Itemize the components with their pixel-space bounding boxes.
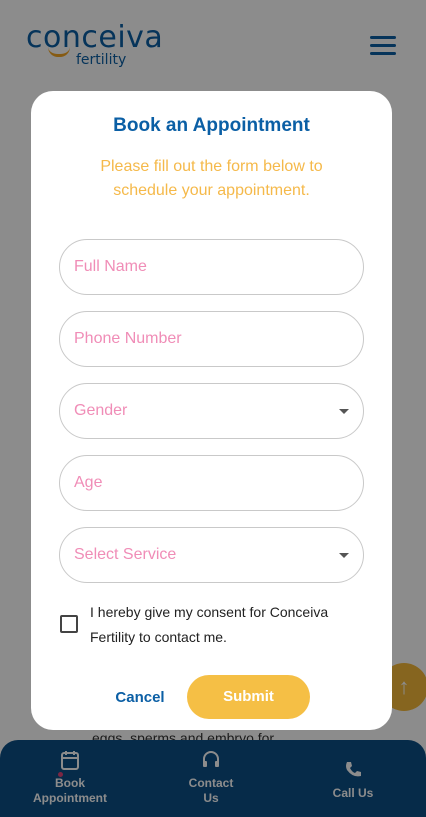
age-field[interactable] — [59, 455, 364, 511]
full-name-field[interactable] — [59, 239, 364, 295]
full-name-input[interactable] — [74, 240, 314, 294]
age-input[interactable] — [74, 456, 314, 510]
gender-placeholder: Gender — [74, 402, 128, 419]
chevron-down-icon — [339, 409, 349, 414]
phone-number-field[interactable] — [59, 311, 364, 367]
service-select[interactable]: Select Service — [59, 527, 364, 583]
service-placeholder: Select Service — [74, 546, 177, 563]
appointment-modal: Book an Appointment Please fill out the … — [31, 91, 392, 730]
consent-label: I hereby give my consent for Conceiva Fe… — [90, 604, 329, 645]
modal-title: Book an Appointment — [113, 115, 310, 136]
cancel-button[interactable]: Cancel — [111, 685, 169, 711]
gender-select[interactable]: Gender — [59, 383, 364, 439]
submit-button[interactable]: Submit — [187, 675, 310, 719]
consent-checkbox[interactable] — [60, 615, 78, 633]
chevron-down-icon — [339, 553, 349, 558]
phone-number-input[interactable] — [74, 312, 314, 366]
modal-subtitle: Please fill out the form below to schedu… — [100, 158, 323, 199]
